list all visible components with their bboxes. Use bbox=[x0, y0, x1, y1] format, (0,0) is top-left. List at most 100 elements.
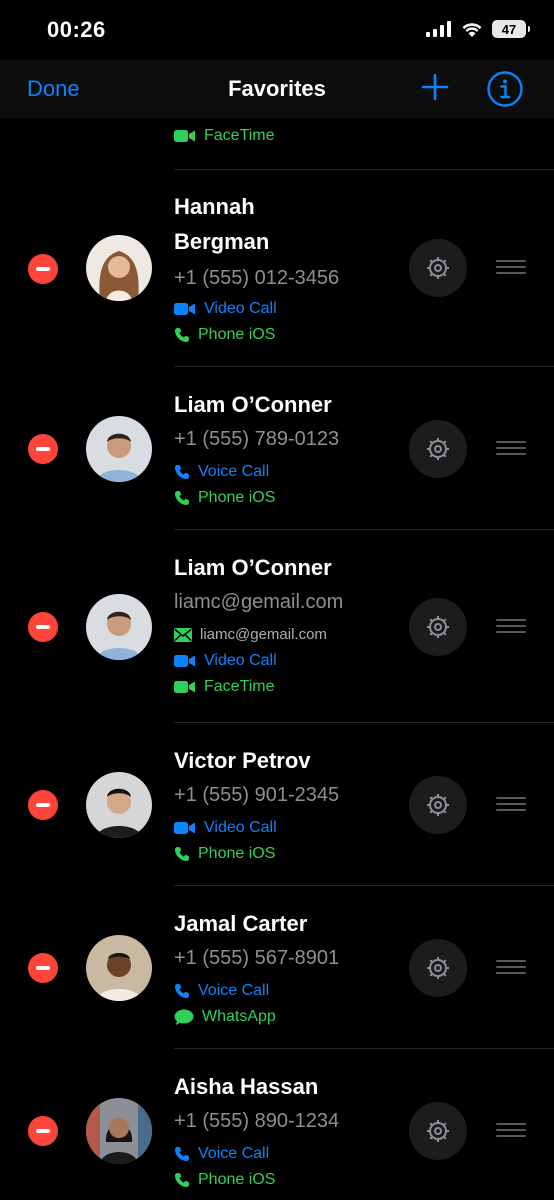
contact-name: Victor Petrov bbox=[174, 748, 311, 773]
action-label: Phone iOS bbox=[198, 1171, 276, 1188]
settings-button[interactable] bbox=[409, 1102, 467, 1160]
action-label: WhatsApp bbox=[202, 1008, 276, 1025]
phone-icon bbox=[175, 328, 189, 342]
contact-name: Hannah bbox=[174, 194, 255, 219]
contact-detail: +1 (555) 012-3456 bbox=[174, 267, 340, 289]
delete-button[interactable] bbox=[28, 790, 58, 820]
facetime-video-icon bbox=[174, 681, 195, 693]
avatar bbox=[86, 235, 152, 301]
settings-button[interactable] bbox=[409, 598, 467, 656]
action-label: FaceTime bbox=[204, 127, 275, 144]
action-label: Phone iOS bbox=[198, 489, 276, 506]
action-phone[interactable]: Phone iOS bbox=[174, 325, 275, 345]
action-label: Phone iOS bbox=[198, 326, 276, 343]
reorder-handle[interactable] bbox=[496, 619, 526, 635]
contact-detail: +1 (555) 567-8901 bbox=[174, 947, 340, 969]
contact-name: Aisha Hassan bbox=[174, 1074, 319, 1099]
contact-detail: +1 (555) 789-0123 bbox=[174, 428, 340, 450]
avatar bbox=[86, 416, 152, 482]
phone-icon bbox=[175, 1173, 189, 1187]
page-title: Favorites bbox=[228, 76, 326, 101]
contact-name: Liam O’Conner bbox=[174, 555, 332, 580]
navigation-bar: Done Favorites bbox=[0, 60, 554, 118]
action-label: liamc@gemail.com bbox=[200, 626, 327, 643]
phone-icon bbox=[175, 465, 189, 479]
action-whatsapp[interactable]: WhatsApp bbox=[174, 1007, 276, 1027]
status-bar: 00:26 47 bbox=[0, 0, 554, 60]
favorite-row[interactable]: Liam O’Conner +1 (555) 789-0123 Voice Ca… bbox=[0, 367, 554, 530]
video-icon bbox=[174, 822, 195, 834]
phone-icon bbox=[175, 847, 189, 861]
reorder-handle[interactable] bbox=[496, 797, 526, 813]
contact-detail: +1 (555) 890-1234 bbox=[174, 1110, 340, 1132]
action-email[interactable]: liamc@gemail.com bbox=[174, 625, 327, 645]
action-video-call[interactable]: Video Call bbox=[174, 818, 277, 838]
action-label: Phone iOS bbox=[198, 845, 276, 862]
phone-icon bbox=[175, 1147, 189, 1161]
facetime-video-icon bbox=[174, 130, 195, 142]
action-video-call[interactable]: Video Call bbox=[174, 651, 277, 671]
favorite-row[interactable]: Aisha Hassan +1 (555) 890-1234 Voice Cal… bbox=[0, 1049, 554, 1200]
gear-icon bbox=[427, 1120, 449, 1142]
phone-icon bbox=[175, 491, 189, 505]
action-voice-call[interactable]: Voice Call bbox=[174, 1144, 269, 1164]
avatar bbox=[86, 1098, 152, 1164]
status-icons: 47 bbox=[426, 20, 530, 38]
gear-icon bbox=[427, 438, 449, 460]
video-icon bbox=[174, 655, 195, 667]
cellular-signal-icon bbox=[426, 21, 451, 37]
action-voice-call[interactable]: Voice Call bbox=[174, 462, 269, 482]
reorder-handle[interactable] bbox=[496, 441, 526, 457]
battery-icon: 47 bbox=[492, 20, 530, 38]
favorite-row[interactable]: Liam O’Conner liamc@gemail.com liamc@gem… bbox=[0, 530, 554, 723]
wifi-icon bbox=[462, 23, 482, 37]
settings-button[interactable] bbox=[409, 420, 467, 478]
mail-icon bbox=[174, 628, 192, 642]
action-voice-call[interactable]: Voice Call bbox=[174, 981, 269, 1001]
action-label: Voice Call bbox=[198, 1145, 270, 1162]
action-label: Video Call bbox=[204, 652, 277, 669]
gear-icon bbox=[427, 257, 449, 279]
avatar bbox=[86, 594, 152, 660]
action-facetime[interactable]: FaceTime bbox=[174, 677, 275, 697]
action-label: Voice Call bbox=[198, 982, 270, 999]
gear-icon bbox=[427, 616, 449, 638]
plus-icon[interactable] bbox=[420, 72, 450, 102]
action-phone[interactable]: Phone iOS bbox=[174, 1170, 275, 1190]
action-phone[interactable]: Phone iOS bbox=[174, 844, 275, 864]
gear-icon bbox=[427, 957, 449, 979]
delete-button[interactable] bbox=[28, 434, 58, 464]
gear-icon bbox=[427, 794, 449, 816]
contact-detail: liamc@gemail.com bbox=[174, 591, 344, 613]
favorite-row[interactable]: Hannah Bergman +1 (555) 012-3456 Video C… bbox=[0, 170, 554, 367]
contact-name: Liam O’Conner bbox=[174, 392, 332, 417]
settings-button[interactable] bbox=[409, 939, 467, 997]
avatar bbox=[86, 935, 152, 1001]
delete-button[interactable] bbox=[28, 254, 58, 284]
info-icon[interactable] bbox=[486, 70, 524, 108]
action-label: Video Call bbox=[204, 300, 277, 317]
message-bubble-icon bbox=[174, 1009, 194, 1025]
action-label: Voice Call bbox=[198, 463, 270, 480]
action-phone[interactable]: Phone iOS bbox=[174, 488, 275, 508]
reorder-handle[interactable] bbox=[496, 960, 526, 976]
contact-name: Jamal Carter bbox=[174, 911, 308, 936]
settings-button[interactable] bbox=[409, 776, 467, 834]
delete-button[interactable] bbox=[28, 953, 58, 983]
favorite-row[interactable]: Victor Petrov +1 (555) 901-2345 Video Ca… bbox=[0, 723, 554, 886]
reorder-handle[interactable] bbox=[496, 1123, 526, 1139]
favorite-row[interactable]: Jamal Carter +1 (555) 567-8901 Voice Cal… bbox=[0, 886, 554, 1049]
status-time: 00:26 bbox=[47, 17, 106, 42]
list-item-partial[interactable]: FaceTime bbox=[0, 118, 554, 170]
contact-detail: +1 (555) 901-2345 bbox=[174, 784, 340, 806]
settings-button[interactable] bbox=[409, 239, 467, 297]
action-video-call[interactable]: Video Call bbox=[174, 299, 277, 319]
video-icon bbox=[174, 303, 195, 315]
contact-name: Bergman bbox=[174, 229, 270, 254]
delete-button[interactable] bbox=[28, 612, 58, 642]
delete-button[interactable] bbox=[28, 1116, 58, 1146]
action-label: Video Call bbox=[204, 819, 277, 836]
reorder-handle[interactable] bbox=[496, 260, 526, 276]
action-label: FaceTime bbox=[204, 678, 275, 695]
action-facetime[interactable]: FaceTime bbox=[174, 126, 275, 146]
